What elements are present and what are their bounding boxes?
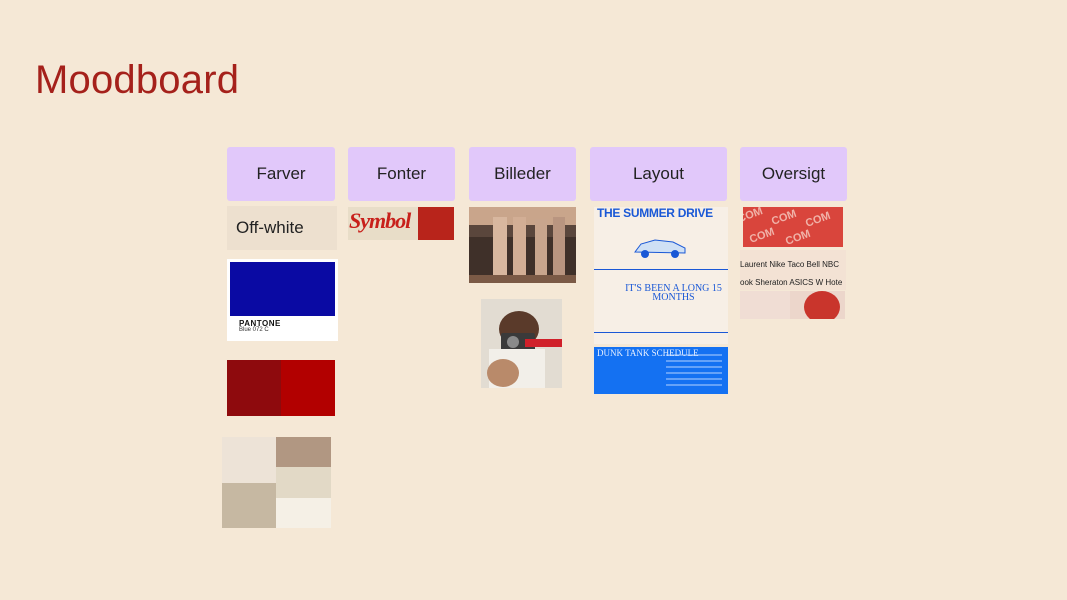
brand-row-2: ook Sheraton ASICS W Hote bbox=[740, 278, 843, 287]
font-card-red-block bbox=[418, 207, 454, 240]
poster-headline: IT'S BEEN A LONG 15 MONTHS bbox=[625, 283, 722, 303]
poster-divider bbox=[594, 269, 728, 270]
poster-title: THE SUMMER DRIVE bbox=[597, 207, 713, 220]
font-sample-card[interactable]: Symbol bbox=[348, 207, 454, 240]
poster-divider-bottom bbox=[594, 332, 728, 333]
overview-red-pattern[interactable]: COM COM COM COM COM bbox=[743, 207, 843, 247]
pantone-blue-swatch bbox=[230, 262, 335, 316]
image-legs-photo[interactable] bbox=[469, 207, 576, 283]
font-sample-text: Symbol bbox=[349, 208, 411, 233]
car-icon bbox=[634, 239, 686, 258]
neutral-swatch-sand bbox=[222, 483, 276, 528]
pantone-blue-card[interactable]: PANTONE Blue 072 C bbox=[227, 259, 338, 341]
red-dark-swatch bbox=[227, 360, 281, 416]
portrait-illustration bbox=[740, 291, 845, 319]
pantone-code: Blue 072 C bbox=[239, 327, 269, 333]
page-title: Moodboard bbox=[35, 58, 240, 102]
overview-portrait[interactable] bbox=[740, 291, 845, 319]
red-bright-swatch bbox=[281, 360, 335, 416]
layout-schedule-card[interactable]: DUNK TANK SCHEDULE bbox=[594, 347, 728, 394]
neutral-palette-card[interactable] bbox=[222, 437, 331, 528]
column-header-fonter[interactable]: Fonter bbox=[348, 147, 455, 201]
column-header-oversigt[interactable]: Oversigt bbox=[740, 147, 847, 201]
offwhite-label: Off-white bbox=[236, 218, 304, 237]
red-palette-card[interactable] bbox=[227, 360, 335, 416]
column-header-farver[interactable]: Farver bbox=[227, 147, 335, 201]
camera-photo-illustration bbox=[481, 299, 562, 388]
schedule-table-lines bbox=[666, 354, 722, 386]
overview-brand-list[interactable]: Laurent Nike Taco Bell NBC ook Sheraton … bbox=[740, 250, 846, 290]
offwhite-swatch-card[interactable]: Off-white bbox=[227, 206, 337, 250]
layout-poster-card[interactable]: THE SUMMER DRIVE IT'S BEEN A LONG 15 MON… bbox=[594, 207, 728, 344]
neutral-swatch-cream bbox=[222, 437, 276, 483]
neutral-swatch-ivory bbox=[276, 498, 331, 528]
column-header-billeder[interactable]: Billeder bbox=[469, 147, 576, 201]
neutral-swatch-stone bbox=[276, 467, 331, 498]
neutral-swatch-taupe bbox=[276, 437, 331, 467]
red-pattern-illustration: COM COM COM COM COM bbox=[743, 207, 843, 247]
legs-photo-illustration bbox=[469, 207, 576, 283]
brand-row-1: Laurent Nike Taco Bell NBC bbox=[740, 260, 840, 269]
image-camera-photo[interactable] bbox=[481, 299, 562, 388]
column-header-layout[interactable]: Layout bbox=[590, 147, 727, 201]
